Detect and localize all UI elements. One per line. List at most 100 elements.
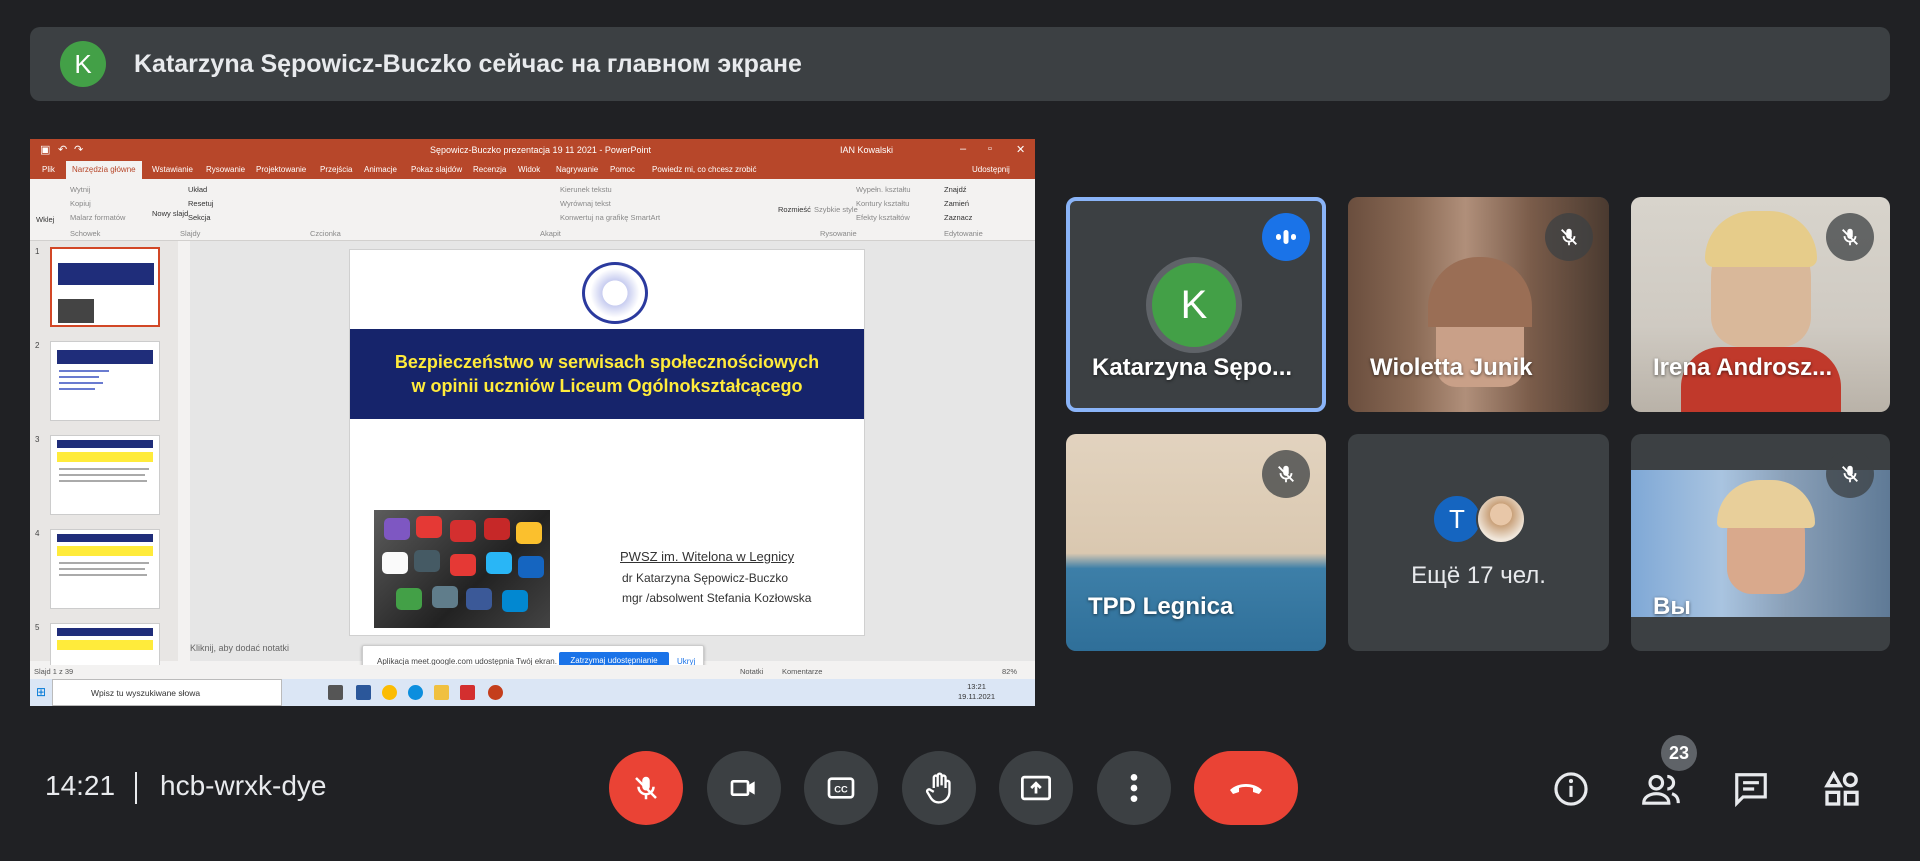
taskbar-search[interactable]: Wpisz tu wyszukiwane słowa — [52, 679, 282, 706]
meeting-details-button[interactable] — [1546, 764, 1596, 814]
task-view-icon[interactable] — [328, 685, 343, 700]
share-ppt-button[interactable]: Udostępnij — [972, 165, 1010, 174]
tab-wstawianie[interactable]: Wstawianie — [152, 165, 193, 174]
ribbon-shape-effects[interactable]: Efekty kształtów — [856, 213, 910, 222]
acrobat-icon[interactable] — [460, 685, 475, 700]
ribbon-reset[interactable]: Resetuj — [188, 199, 213, 208]
activities-button[interactable] — [1817, 764, 1867, 814]
more-participants-label: Ещё 17 чел. — [1411, 562, 1546, 589]
restore-icon[interactable]: ▫ — [988, 143, 992, 155]
slide-thumbnail[interactable] — [50, 341, 160, 421]
more-participants-tile[interactable]: T Ещё 17 чел. — [1348, 434, 1609, 651]
ribbon-new-slide[interactable]: Nowy slajd — [152, 209, 188, 218]
group-paragraph: Akapit — [540, 229, 561, 238]
notes-toggle[interactable]: Notatki — [740, 667, 763, 676]
tab-pomoc[interactable]: Pomoc — [610, 165, 635, 174]
tab-plik[interactable]: Plik — [42, 165, 55, 174]
ribbon-paste[interactable]: Wklej — [36, 215, 54, 224]
meeting-code: hcb-wrxk-dye — [160, 770, 327, 801]
ribbon-copy[interactable]: Kopiuj — [70, 199, 91, 208]
ribbon-shape-fill[interactable]: Wypełn. kształtu — [856, 185, 911, 194]
ribbon-text-direction[interactable]: Kierunek tekstu — [560, 185, 612, 194]
camera-toggle-button[interactable] — [707, 751, 781, 825]
tab-animacje[interactable]: Animacje — [364, 165, 397, 174]
raise-hand-button[interactable] — [902, 751, 976, 825]
captions-icon: CC — [827, 777, 855, 799]
ribbon-layout[interactable]: Układ — [188, 185, 207, 194]
tab-widok[interactable]: Widok — [518, 165, 540, 174]
undo-icon[interactable]: ↶ — [58, 143, 67, 156]
powerpoint-icon[interactable] — [488, 685, 503, 700]
edge-icon[interactable] — [408, 685, 423, 700]
notes-placeholder[interactable]: Kliknij, aby dodać notatki — [190, 643, 289, 653]
ppt-status-bar: Slajd 1 z 39 Notatki Komentarze 82% — [30, 665, 1035, 679]
people-button[interactable] — [1636, 764, 1686, 814]
ribbon-smartart[interactable]: Konwertuj na grafikę SmartArt — [560, 213, 660, 222]
ribbon-arrange[interactable]: Rozmieść — [778, 205, 811, 214]
ribbon-replace[interactable]: Zamień — [944, 199, 969, 208]
mic-off-icon — [635, 776, 657, 800]
chrome-icon[interactable] — [382, 685, 397, 700]
shared-screen: ▣ ↶ ↷ Sępowicz-Buczko prezentacja 19 11 … — [30, 139, 1035, 706]
mic-off-icon — [1545, 213, 1593, 261]
slide-thumbnail[interactable] — [50, 247, 160, 327]
participant-tile[interactable]: Irena Androsz... — [1631, 197, 1890, 412]
participant-tile[interactable]: Wioletta Junik — [1348, 197, 1609, 412]
ppt-ribbon-tabs: Plik Narzędzia główne Wstawianie Rysowan… — [30, 161, 1035, 179]
ribbon-cut[interactable]: Wytnij — [70, 185, 90, 194]
word-icon[interactable] — [356, 685, 371, 700]
slide-author-1: dr Katarzyna Sępowicz-Buczko — [622, 571, 789, 585]
more-options-button[interactable] — [1097, 751, 1171, 825]
leave-call-button[interactable] — [1194, 751, 1298, 825]
system-clock[interactable]: 13:21 19.11.2021 — [958, 682, 995, 702]
slide-institution: PWSZ im. Witelona w Legnicy — [620, 549, 795, 564]
tab-recenzja[interactable]: Recenzja — [473, 165, 506, 174]
ribbon-format-painter[interactable]: Malarz formatów — [70, 213, 125, 222]
redo-icon[interactable]: ↷ — [74, 143, 83, 156]
slide-counter: Slajd 1 z 39 — [34, 667, 74, 676]
social-media-apps-photo — [374, 510, 550, 628]
hang-up-icon — [1230, 784, 1262, 794]
tab-rysowanie[interactable]: Rysowanie — [206, 165, 245, 174]
svg-text:CC: CC — [834, 785, 848, 795]
close-icon[interactable]: ✕ — [1016, 143, 1025, 156]
slide-thumbnail[interactable] — [50, 529, 160, 609]
present-screen-button[interactable] — [999, 751, 1073, 825]
ribbon-select[interactable]: Zaznacz — [944, 213, 972, 222]
chat-button[interactable] — [1726, 764, 1776, 814]
minimize-icon[interactable]: – — [960, 143, 966, 155]
slide-number: 5 — [35, 623, 40, 632]
tell-me-search[interactable]: Powiedz mi, co chcesz zrobić — [652, 165, 756, 174]
ppt-window-title: Sępowicz-Buczko prezentacja 19 11 2021 -… — [430, 145, 651, 155]
more-vert-icon — [1130, 774, 1138, 802]
ribbon-quick-styles[interactable]: Szybkie style — [814, 205, 858, 214]
ribbon-section[interactable]: Sekcja — [188, 213, 211, 222]
slide-thumbnail[interactable] — [50, 435, 160, 515]
participant-tile[interactable]: TPD Legnica — [1066, 434, 1326, 651]
ppt-ribbon: Wklej Wytnij Kopiuj Malarz formatów Nowy… — [30, 179, 1035, 241]
zoom-level[interactable]: 82% — [1002, 667, 1017, 676]
tab-nagrywanie[interactable]: Nagrywanie — [556, 165, 598, 174]
mic-off-icon — [1262, 450, 1310, 498]
mic-off-icon — [1826, 450, 1874, 498]
file-explorer-icon[interactable] — [434, 685, 449, 700]
mic-off-icon — [1826, 213, 1874, 261]
tab-przejscia[interactable]: Przejścia — [320, 165, 352, 174]
presenting-banner: K Katarzyna Sępowicz-Buczko сейчас на гл… — [30, 27, 1890, 101]
ribbon-align-text[interactable]: Wyrównaj tekst — [560, 199, 611, 208]
group-drawing: Rysowanie — [820, 229, 857, 238]
self-tile[interactable]: Вы — [1631, 434, 1890, 651]
comments-toggle[interactable]: Komentarze — [782, 667, 822, 676]
participant-tile-active[interactable]: K Katarzyna Sępo... — [1066, 197, 1326, 412]
hand-icon — [926, 772, 951, 804]
tab-narzedzia-glowne[interactable]: Narzędzia główne — [66, 161, 142, 179]
mic-toggle-button[interactable] — [609, 751, 683, 825]
self-name: Вы — [1653, 593, 1691, 620]
windows-start-icon[interactable]: ⊞ — [36, 685, 46, 699]
tab-projektowanie[interactable]: Projektowanie — [256, 165, 306, 174]
tab-pokaz-slajdow[interactable]: Pokaz slajdów — [411, 165, 462, 174]
ribbon-find[interactable]: Znajdź — [944, 185, 967, 194]
captions-button[interactable]: CC — [804, 751, 878, 825]
save-icon[interactable]: ▣ — [40, 143, 50, 156]
ribbon-shape-outline[interactable]: Kontury kształtu — [856, 199, 909, 208]
